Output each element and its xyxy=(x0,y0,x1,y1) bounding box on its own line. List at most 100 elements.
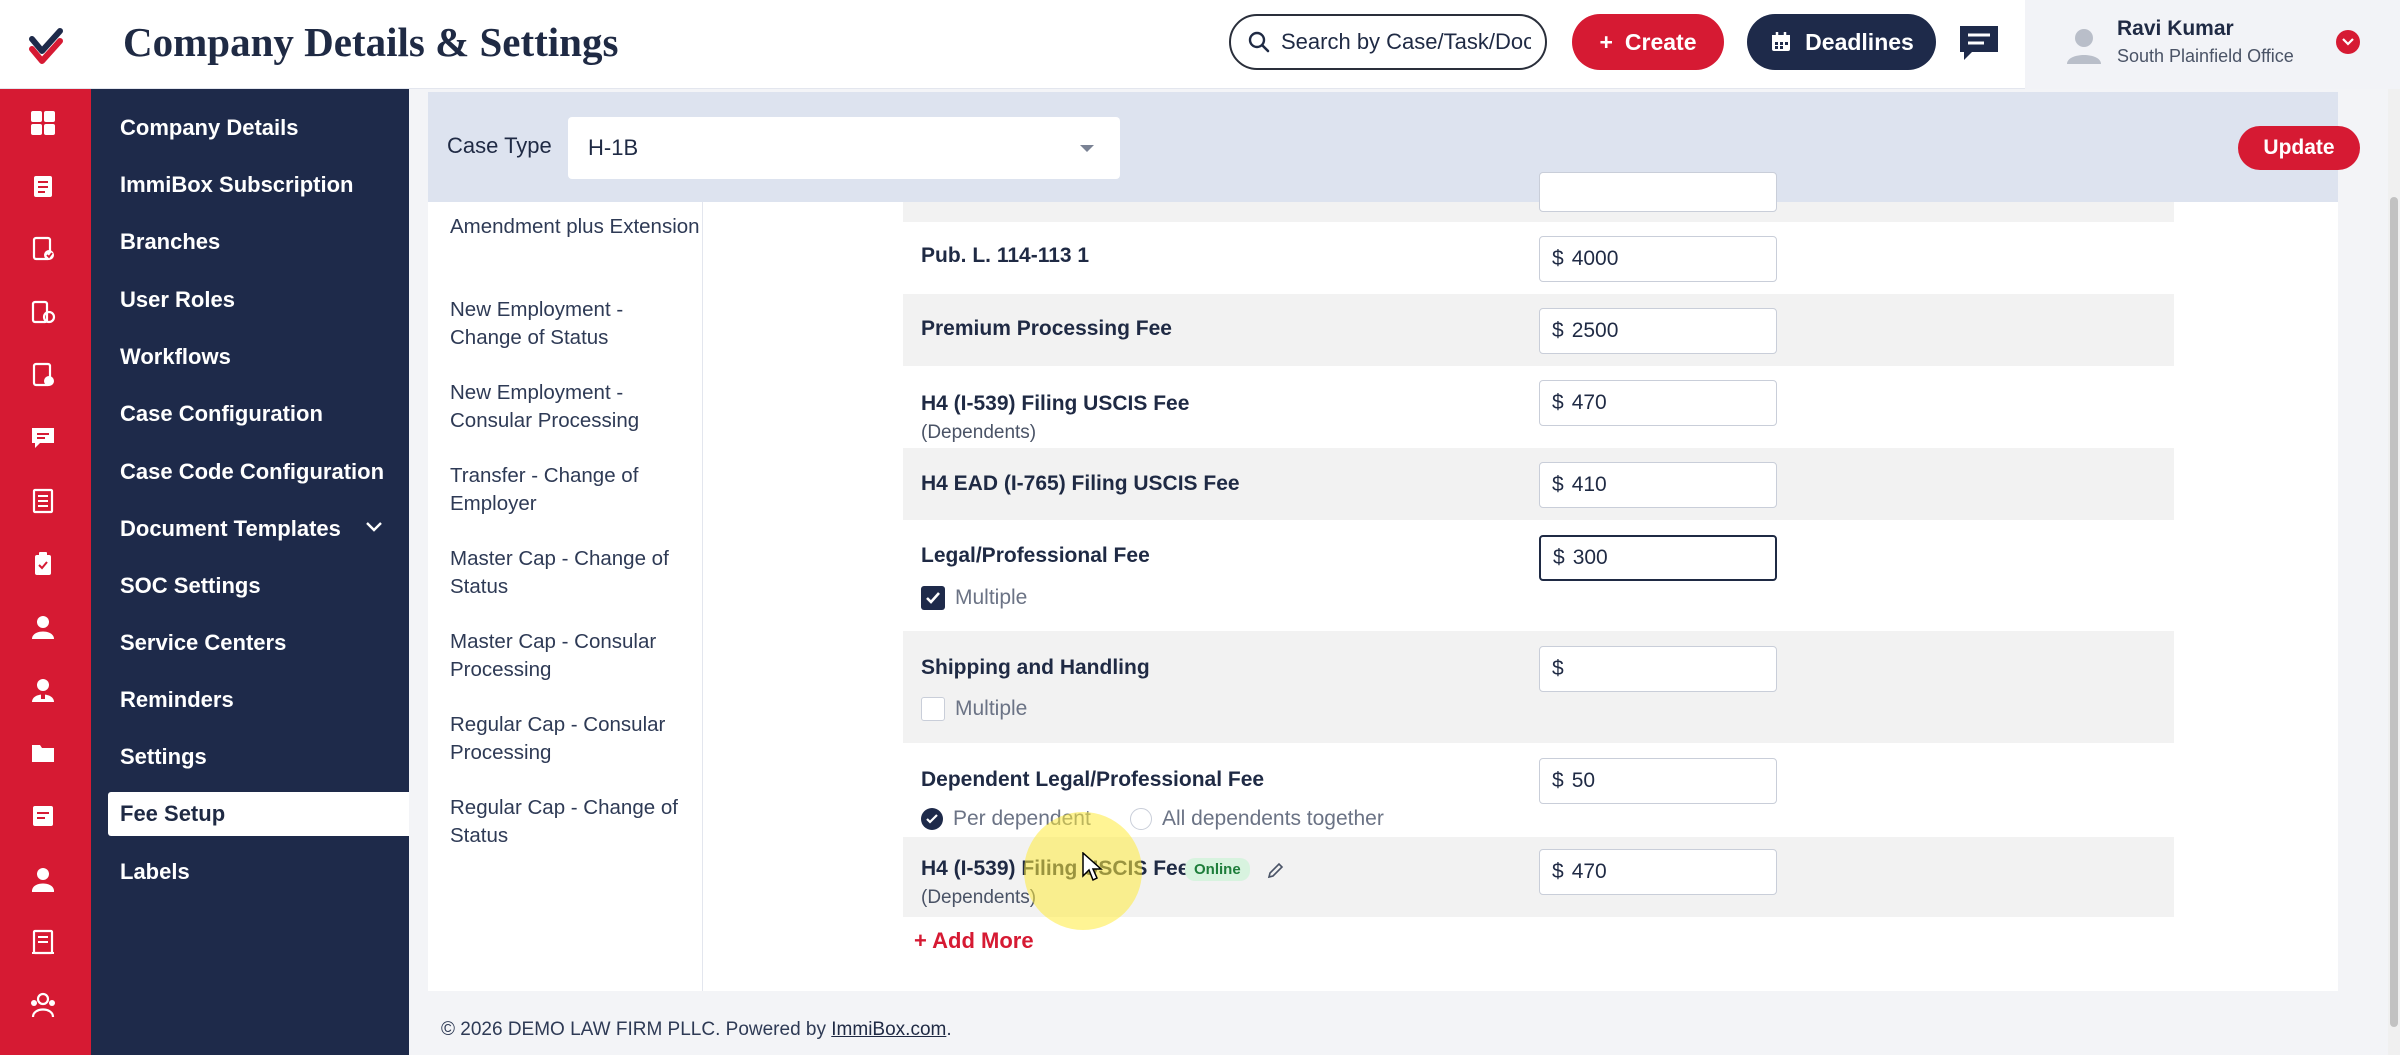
create-button[interactable]: + Create xyxy=(1572,14,1724,70)
subtype-item[interactable]: New Employment - Change of Status xyxy=(450,296,700,352)
fee-amount-input[interactable]: $ xyxy=(1539,646,1777,692)
radio-label: All dependents together xyxy=(1162,807,1384,830)
search-box[interactable] xyxy=(1229,14,1547,70)
fee-row: H4 EAD (I-765) Filing USCIS Fee $ 410 xyxy=(903,448,2174,520)
case-subtype-list: Amendment plus Extension New Employment … xyxy=(428,202,703,991)
create-label: Create xyxy=(1624,28,1697,55)
radio-selected-icon[interactable] xyxy=(921,808,943,830)
settings-sidebar: Company Details ImmiBox Subscription Bra… xyxy=(91,89,409,1055)
edit-pencil-icon[interactable] xyxy=(1266,860,1286,880)
sidebar-item-document-templates[interactable]: Document Templates xyxy=(91,507,409,551)
calendar-icon xyxy=(1772,32,1791,51)
fee-amount: 470 xyxy=(1571,391,1607,414)
currency-symbol: $ xyxy=(1552,391,1564,414)
subtype-item[interactable]: Master Cap - Consular Processing xyxy=(450,628,700,684)
user-menu[interactable]: Ravi Kumar South Plainfield Office xyxy=(2025,0,2400,89)
sidebar-item-settings[interactable]: Settings xyxy=(91,735,409,779)
footer: © 2026 DEMO LAW FIRM PLLC. Powered by Im… xyxy=(441,1019,952,1041)
main-content: Case Type H-1B Update Amendment plus Ext… xyxy=(409,89,2400,1055)
clients-icon[interactable] xyxy=(28,675,58,705)
fee-amount-input[interactable]: $ 410 xyxy=(1539,462,1777,508)
fee-amount-input[interactable]: $ 470 xyxy=(1539,380,1777,426)
sidebar-item-user-roles[interactable]: User Roles xyxy=(91,278,409,322)
currency-symbol: $ xyxy=(1553,546,1565,569)
tasks-icon[interactable] xyxy=(28,234,58,264)
chat-button[interactable] xyxy=(1956,24,2002,64)
checklist-icon[interactable] xyxy=(28,549,58,579)
messages-icon[interactable] xyxy=(28,423,58,453)
sidebar-item-case-code-configuration[interactable]: Case Code Configuration xyxy=(91,450,409,494)
fee-amount-input[interactable]: $ 470 xyxy=(1539,849,1777,895)
chevron-down-icon[interactable] xyxy=(2336,30,2360,54)
fee-amount-input[interactable]: $ 2500 xyxy=(1539,308,1777,354)
user-office: South Plainfield Office xyxy=(2117,46,2294,66)
page-title: Company Details & Settings xyxy=(123,19,619,65)
checkbox-unchecked-icon[interactable] xyxy=(921,697,945,721)
case-type-value: H-1B xyxy=(588,135,639,160)
sidebar-item-company-details[interactable]: Company Details xyxy=(91,106,409,150)
subtype-item[interactable]: New Employment - Consular Processing xyxy=(450,379,700,435)
footer-suffix: . xyxy=(946,1019,952,1040)
cases-icon[interactable] xyxy=(28,171,58,201)
update-button[interactable]: Update xyxy=(2238,126,2360,170)
subtype-item[interactable]: Amendment plus Extension xyxy=(450,213,700,241)
fee-row: Dependent Legal/Professional Fee $ 50 Pe… xyxy=(903,743,2174,837)
sidebar-item-service-centers[interactable]: Service Centers xyxy=(91,621,409,665)
online-badge: Online xyxy=(1185,858,1250,881)
logo[interactable] xyxy=(0,0,91,89)
sidebar-item-case-configuration[interactable]: Case Configuration xyxy=(91,392,409,436)
employees-icon[interactable] xyxy=(28,864,58,894)
contacts-icon[interactable] xyxy=(28,612,58,642)
subtype-item[interactable]: Transfer - Change of Employer xyxy=(450,462,700,518)
radio-unselected-icon[interactable] xyxy=(1130,808,1152,830)
dashboard-icon[interactable] xyxy=(28,108,58,138)
case-type-bar: Case Type H-1B Update xyxy=(428,92,2360,202)
currency-symbol: $ xyxy=(1552,657,1564,680)
reports-icon[interactable] xyxy=(28,486,58,516)
case-type-select[interactable]: H-1B xyxy=(568,117,1120,179)
fee-amount-input[interactable]: $ 300 xyxy=(1539,535,1777,581)
fee-amount-input[interactable]: $ 50 xyxy=(1539,758,1777,804)
scrollbar-thumb[interactable] xyxy=(2390,197,2398,1027)
checkbox-label: Multiple xyxy=(955,586,1028,609)
sidebar-item-workflows[interactable]: Workflows xyxy=(91,335,409,379)
deadlines-button[interactable]: Deadlines xyxy=(1747,14,1936,70)
fee-label: Dependent Legal/Professional Fee xyxy=(921,768,1265,791)
currency-symbol: $ xyxy=(1552,319,1564,342)
fee-row: Premium Processing Fee $ 2500 xyxy=(903,294,2174,366)
forms-icon[interactable] xyxy=(28,297,58,327)
folder-icon[interactable] xyxy=(28,738,58,768)
page-scrollbar[interactable] xyxy=(2388,89,2400,1055)
add-more-button[interactable]: + Add More xyxy=(914,928,1034,954)
ledger-icon[interactable] xyxy=(28,927,58,957)
multiple-checkbox[interactable]: Multiple xyxy=(921,697,1027,721)
subtype-item[interactable]: Master Cap - Change of Status xyxy=(450,545,700,601)
top-header: Company Details & Settings + Create Dead… xyxy=(0,0,2400,89)
sidebar-item-fee-setup[interactable]: Fee Setup xyxy=(108,792,409,836)
fee-amount: 470 xyxy=(1571,860,1607,883)
subtype-item[interactable]: Regular Cap - Change of Status xyxy=(450,794,700,850)
sidebar-item-branches[interactable]: Branches xyxy=(91,220,409,264)
fee-row: H4 (I-539) Filing USCIS Fee (Dependents)… xyxy=(903,366,2174,448)
notes-icon[interactable] xyxy=(28,801,58,831)
fee-amount-input[interactable]: $ 4000 xyxy=(1539,236,1777,282)
all-dependents-radio[interactable]: All dependents together xyxy=(1130,807,1384,831)
icon-rail xyxy=(0,89,91,1055)
checkbox-checked-icon[interactable] xyxy=(921,586,945,610)
multiple-checkbox[interactable]: Multiple xyxy=(921,586,1027,610)
sidebar-item-labels[interactable]: Labels xyxy=(91,850,409,894)
subtype-item[interactable]: Regular Cap - Consular Processing xyxy=(450,711,700,767)
currency-symbol: $ xyxy=(1552,473,1564,496)
fee-row xyxy=(903,172,2174,222)
per-dependent-radio[interactable]: Per dependent xyxy=(921,807,1091,831)
radio-label: Per dependent xyxy=(953,807,1091,830)
currency-symbol: $ xyxy=(1552,860,1564,883)
sidebar-item-reminders[interactable]: Reminders xyxy=(91,678,409,722)
documents-icon[interactable] xyxy=(28,360,58,390)
fee-amount-input[interactable] xyxy=(1539,172,1777,212)
footer-link[interactable]: ImmiBox.com xyxy=(831,1019,946,1040)
sidebar-item-immibox-subscription[interactable]: ImmiBox Subscription xyxy=(91,163,409,207)
team-icon[interactable] xyxy=(28,990,58,1020)
sidebar-item-soc-settings[interactable]: SOC Settings xyxy=(91,564,409,608)
search-input[interactable] xyxy=(1281,29,1531,55)
